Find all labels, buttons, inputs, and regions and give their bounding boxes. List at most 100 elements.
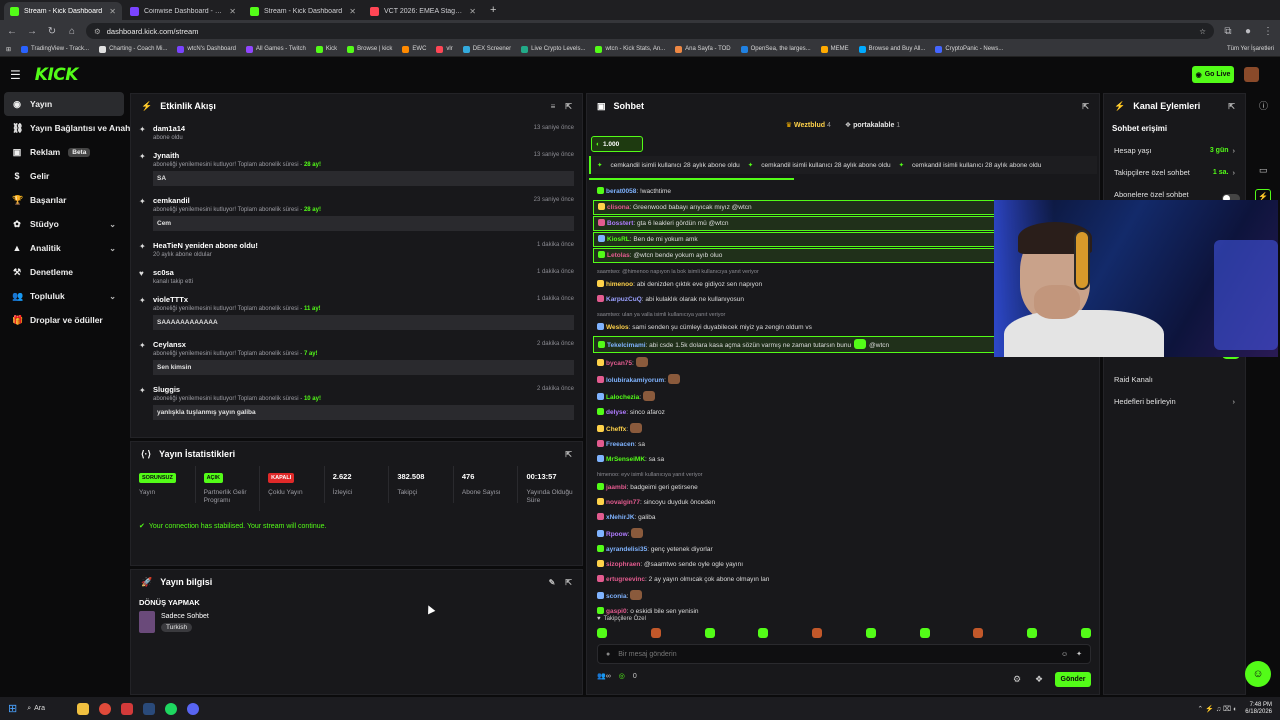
- chat-username[interactable]: Rpoow: [606, 531, 628, 538]
- bookmark-star-icon[interactable]: ☆: [1199, 27, 1206, 36]
- chat-username[interactable]: Weslos: [606, 324, 629, 331]
- steam-icon[interactable]: [143, 702, 156, 715]
- apps-icon[interactable]: ⊞: [6, 46, 11, 53]
- magic-icon[interactable]: ✦: [1076, 650, 1082, 658]
- user-avatar[interactable]: [1244, 67, 1259, 82]
- popout-icon[interactable]: ⇱: [1228, 102, 1235, 111]
- taskbar-search[interactable]: ⌕ Ara: [27, 702, 67, 716]
- popout-icon[interactable]: ⇱: [565, 450, 572, 459]
- activity-username[interactable]: violeTTTx: [153, 295, 574, 304]
- sidebar-item-2[interactable]: ▣ Reklam Beta: [0, 140, 128, 164]
- profile-avatar-icon[interactable]: ●: [1242, 26, 1254, 37]
- close-tab-icon[interactable]: ✕: [469, 7, 476, 16]
- chat-username[interactable]: delyse: [606, 409, 626, 416]
- forward-icon[interactable]: →: [26, 26, 38, 37]
- bookmark-item[interactable]: Browse and Buy All...: [858, 45, 925, 53]
- bookmark-item[interactable]: All Games - Twitch: [245, 45, 306, 53]
- site-info-icon[interactable]: ⚙: [94, 27, 101, 36]
- bookmark-item[interactable]: Charting - Coach Mi...: [99, 45, 167, 53]
- discord-icon[interactable]: [187, 702, 200, 715]
- address-bar[interactable]: ⚙ dashboard.kick.com/stream ☆: [86, 23, 1214, 39]
- chat-username[interactable]: MrSenseiMK: [606, 456, 645, 463]
- quick-emote-icon[interactable]: [812, 628, 823, 638]
- back-icon[interactable]: ←: [6, 26, 18, 37]
- edit-icon[interactable]: ✎: [549, 578, 556, 587]
- activity-username[interactable]: dam1a14: [153, 124, 574, 133]
- browser-tab-3[interactable]: Stream - Kick Dashboard ✕: [244, 2, 362, 20]
- bookmark-item[interactable]: Ana Sayfa - TOD: [675, 45, 731, 53]
- quick-emote-icon[interactable]: [597, 628, 607, 638]
- new-tab-icon[interactable]: +: [484, 2, 502, 20]
- popout-icon[interactable]: ⇱: [565, 578, 572, 587]
- top-user-name[interactable]: Weztblud: [794, 122, 825, 129]
- gift-sub-icon[interactable]: ❖: [1035, 674, 1043, 685]
- bookmark-item[interactable]: Live Crypto Levels...: [521, 45, 585, 53]
- system-tray-icons[interactable]: ⌃ ⚡ ♫ ⌧ ◐: [1197, 705, 1237, 713]
- calculator-icon[interactable]: [121, 702, 134, 715]
- quick-emote-icon[interactable]: [758, 628, 769, 638]
- sidebar-item-0[interactable]: ◉ Yayın: [4, 92, 124, 116]
- quick-emote-icon[interactable]: [865, 628, 876, 638]
- activity-username[interactable]: Ceylansx: [153, 340, 574, 349]
- activity-username[interactable]: Sluggis: [153, 385, 574, 394]
- chat-username[interactable]: himenoo: [606, 281, 633, 288]
- activity-username[interactable]: HeaTieN yeniden abone oldu!: [153, 241, 574, 250]
- activity-username[interactable]: sc0sa: [153, 268, 574, 277]
- bookmark-item[interactable]: wtcn - Kick Stats, An...: [595, 45, 665, 53]
- chat-settings-icon[interactable]: ⚙: [1013, 674, 1021, 685]
- file-explorer-icon[interactable]: [77, 702, 90, 715]
- windows-start-icon[interactable]: ⊞: [8, 702, 17, 715]
- chat-username[interactable]: Lalochezia: [606, 394, 639, 401]
- chat-username[interactable]: Cheffx: [606, 426, 626, 433]
- chat-access-item[interactable]: Takipçilere özel sohbet 1 sa. ›: [1104, 161, 1245, 183]
- chat-username[interactable]: jaambi: [606, 484, 627, 491]
- gift-badge[interactable]: ◐ 1.000: [591, 136, 643, 152]
- filter-icon[interactable]: ≡: [551, 102, 556, 111]
- kick-logo[interactable]: KICK: [35, 65, 79, 85]
- sidebar-item-7[interactable]: ⚒ Denetleme: [0, 260, 128, 284]
- home-icon[interactable]: ⌂: [66, 26, 78, 37]
- activity-username[interactable]: cemkandil: [153, 196, 574, 205]
- chat-username[interactable]: clisona: [607, 204, 629, 211]
- extensions-icon[interactable]: ⧉: [1222, 26, 1234, 37]
- bookmark-item[interactable]: OpenSea, the larges...: [740, 45, 811, 53]
- info-icon[interactable]: ⓘ: [1259, 99, 1268, 112]
- chrome-icon[interactable]: [99, 702, 112, 715]
- quick-emote-icon[interactable]: [919, 628, 930, 638]
- chat-username[interactable]: Freeacen: [606, 441, 635, 448]
- chat-username[interactable]: ayrandelisi35: [606, 546, 647, 553]
- close-tab-icon[interactable]: ✕: [229, 7, 236, 16]
- chat-username[interactable]: bycan75: [606, 360, 632, 367]
- bookmark-item[interactable]: TradingView - Track...: [21, 45, 89, 53]
- browser-tab-2[interactable]: Coinwise Dashboard - BTC Cryp ✕: [124, 2, 242, 20]
- close-tab-icon[interactable]: ✕: [349, 7, 356, 16]
- bookmark-item[interactable]: Kick: [315, 45, 337, 53]
- chat-username[interactable]: berat0058: [606, 188, 636, 195]
- browser-tab-4[interactable]: VCT 2026: EMEA Stage 2: Brack ✕: [364, 2, 482, 20]
- bookmark-item[interactable]: DEX Screener: [462, 45, 511, 53]
- chat-username[interactable]: sizophraen: [606, 561, 640, 568]
- channel-action-item[interactable]: Raid Kanalı: [1104, 368, 1245, 390]
- bookmark-item[interactable]: CryptoPanic - News...: [935, 45, 1003, 53]
- popout-icon[interactable]: ⇱: [565, 102, 572, 111]
- sidebar-item-1[interactable]: ⛓ Yayın Bağlantısı ve Anahtar: [0, 116, 141, 140]
- browser-tab-1[interactable]: Stream - Kick Dashboard ✕: [4, 2, 122, 20]
- bookmark-item[interactable]: wtcN's Dashboard: [177, 45, 236, 53]
- chat-username[interactable]: xNehirJK: [606, 514, 635, 521]
- menu-dots-icon[interactable]: ⋮: [1262, 26, 1274, 37]
- chat-help-button[interactable]: ☺: [1245, 661, 1271, 687]
- chat-username[interactable]: KarpuzCuQ: [606, 296, 642, 303]
- bookmark-item[interactable]: Browse | kick: [347, 45, 392, 53]
- emote-picker-icon[interactable]: ☺: [1061, 651, 1068, 658]
- channel-action-item[interactable]: Hedefleri belirleyin ›: [1104, 390, 1245, 412]
- quick-emote-icon[interactable]: [704, 628, 715, 638]
- chat-input[interactable]: ● Bir mesaj gönderin ☺ ✦: [597, 644, 1091, 664]
- chat-username[interactable]: Letolas: [607, 252, 630, 259]
- go-live-button[interactable]: ◉ Go Live: [1192, 66, 1234, 83]
- chat-username[interactable]: novalgin77: [606, 499, 640, 506]
- chat-username[interactable]: ertugreevinc: [606, 576, 645, 583]
- sidebar-item-3[interactable]: $ Gelir: [0, 164, 128, 188]
- sidebar-item-4[interactable]: 🏆 Başarılar: [0, 188, 128, 212]
- monitor-icon[interactable]: ▭: [1259, 165, 1268, 176]
- chat-username[interactable]: lolubirakamiyorum: [606, 377, 664, 384]
